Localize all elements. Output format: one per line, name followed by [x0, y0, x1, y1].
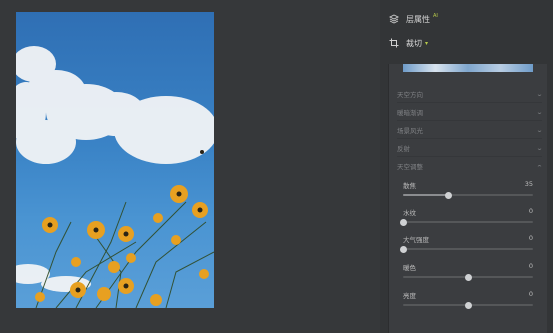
sky-thumbnail-strip[interactable]: [403, 64, 533, 72]
slider-handle[interactable]: [445, 191, 452, 199]
sky-flowers-image: [16, 46, 214, 308]
crop-row[interactable]: 裁切 ▾: [388, 34, 548, 52]
slider-value[interactable]: 0: [529, 234, 533, 242]
crop-icon: [388, 37, 400, 49]
slider-track[interactable]: [403, 301, 533, 309]
slider-value[interactable]: 35: [525, 180, 533, 188]
slider-handle[interactable]: [399, 245, 407, 253]
chevron-down-icon: ⌄: [535, 144, 544, 152]
chevron-down-icon: ⌄: [535, 126, 544, 134]
photo-preview[interactable]: [16, 12, 214, 308]
slider-track[interactable]: [399, 245, 533, 253]
section-sky-adjust[interactable]: 天空调整 ⌄: [397, 160, 544, 172]
section-label: 暖暗渐调: [397, 109, 423, 117]
slider-value[interactable]: 0: [529, 262, 533, 270]
divider: [397, 120, 542, 121]
section-sky-direction[interactable]: 天空方向 ⌄: [397, 88, 544, 100]
crop-label: 裁切: [406, 38, 422, 48]
slider-fill: [403, 194, 449, 196]
slider-handle[interactable]: [399, 218, 407, 226]
slider-label: 亮度: [403, 292, 416, 300]
slider-track[interactable]: [403, 273, 533, 281]
section-warm-dark[interactable]: 暖暗渐调 ⌄: [397, 106, 544, 118]
slider-label: 大气强度: [403, 236, 429, 244]
ai-badge: AI: [433, 13, 438, 19]
section-label: 场景风光: [397, 127, 423, 135]
chevron-up-icon: ⌄: [535, 162, 544, 170]
divider: [397, 102, 542, 103]
divider: [397, 138, 542, 139]
divider: [397, 156, 542, 157]
slider-handle[interactable]: [464, 273, 472, 281]
section-reflection[interactable]: 反射 ⌄: [397, 142, 544, 154]
section-label: 天空调整: [397, 163, 423, 171]
slider-label: 暖色: [403, 264, 416, 272]
section-scene-light[interactable]: 场景风光 ⌄: [397, 124, 544, 136]
canvas-area: [0, 0, 380, 333]
adjustment-panel: 天空方向 ⌄ 暖暗渐调 ⌄ 场景风光 ⌄ 反射 ⌄ 天空调整 ⌄ 散焦 35 水…: [388, 64, 547, 333]
section-label: 天空方向: [397, 91, 423, 99]
chevron-down-icon: ⌄: [535, 108, 544, 116]
section-label: 反射: [397, 145, 410, 153]
chevron-down-icon: ⌄: [535, 90, 544, 98]
panel-header: 层属性 AI 裁切 ▾: [388, 10, 548, 58]
slider-label: 散焦: [403, 182, 416, 190]
slider-label: 水纹: [403, 209, 416, 217]
slider-track[interactable]: [399, 218, 533, 226]
crop-caret-icon: ▾: [425, 39, 429, 47]
slider-value[interactable]: 0: [529, 207, 533, 215]
slider-value[interactable]: 0: [529, 290, 533, 298]
layer-properties-row[interactable]: 层属性 AI: [388, 10, 548, 28]
layers-icon: [388, 13, 400, 25]
slider-track[interactable]: [403, 191, 533, 199]
layer-properties-label: 层属性: [406, 14, 430, 24]
slider-handle[interactable]: [464, 301, 472, 309]
